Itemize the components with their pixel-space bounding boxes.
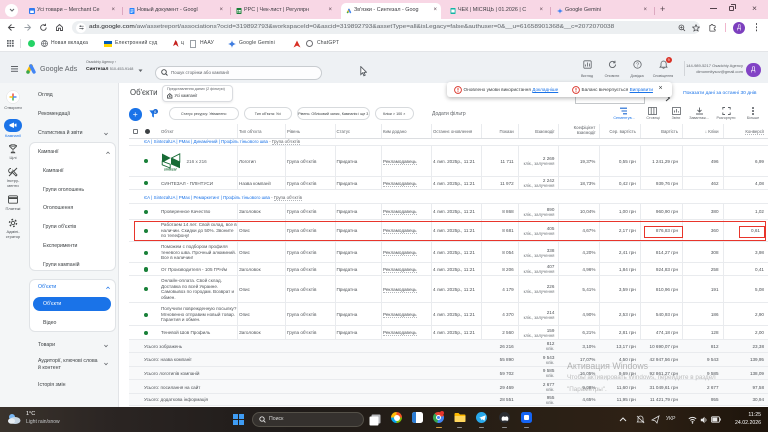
svg-text:?: ? — [636, 62, 639, 68]
svg-text:sintezal: sintezal — [164, 168, 176, 172]
